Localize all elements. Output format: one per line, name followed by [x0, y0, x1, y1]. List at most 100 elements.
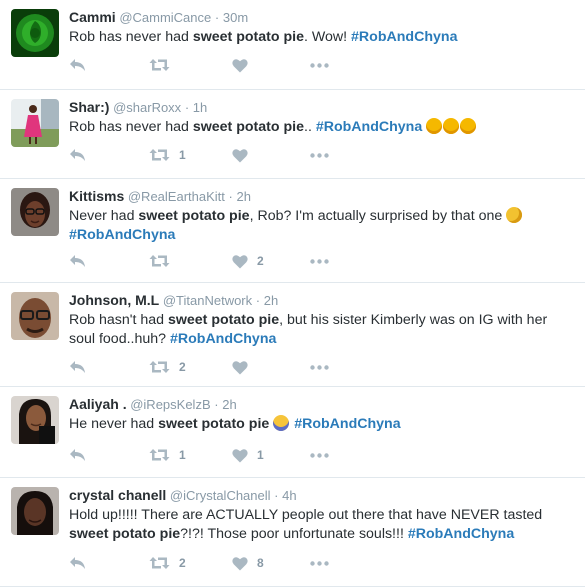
timestamp[interactable]: 2h: [264, 293, 278, 308]
reply-icon: [69, 58, 86, 72]
tweet[interactable]: Kittisms @RealEarthaKitt · 2h Never had …: [0, 179, 585, 283]
more-button[interactable]: [310, 251, 329, 271]
heart-icon: [232, 448, 248, 463]
timestamp[interactable]: 30m: [223, 10, 248, 25]
reply-button[interactable]: [69, 145, 86, 165]
more-button[interactable]: [310, 357, 329, 377]
highlighted-text: sweet potato pie: [192, 119, 304, 135]
tweet[interactable]: Aaliyah . @iRepsKelzB · 2h He never had …: [0, 387, 585, 478]
display-name[interactable]: crystal chanell: [69, 487, 166, 503]
reply-button[interactable]: [69, 445, 86, 465]
hashtag-link[interactable]: #RobAndChyna: [351, 29, 457, 45]
retweet-button[interactable]: 2: [149, 553, 186, 573]
tweet-text-run: , but his sister Kimberly was on IG with…: [279, 312, 548, 328]
user-handle[interactable]: @CammiCance: [119, 10, 211, 25]
timestamp[interactable]: 2h: [236, 189, 250, 204]
tweet[interactable]: Johnson, M.L @TitanNetwork · 2h Rob hasn…: [0, 283, 585, 387]
reply-button[interactable]: [69, 251, 86, 271]
tweet-text-run: . Wow!: [304, 29, 352, 45]
hashtag-link[interactable]: #RobAndChyna: [170, 331, 276, 347]
user-handle[interactable]: @sharRoxx: [113, 100, 181, 115]
reply-button[interactable]: [69, 55, 86, 75]
display-name[interactable]: Kittisms: [69, 188, 124, 204]
tweet[interactable]: crystal chanell @iCrystalChanell · 4h Ho…: [0, 478, 585, 587]
tweet-text-run: ..: [304, 119, 316, 135]
tweet-feed: Cammi @CammiCance · 30m Rob has never ha…: [0, 0, 585, 587]
avatar[interactable]: [11, 396, 59, 444]
more-button[interactable]: [310, 553, 329, 573]
more-dots-icon: [310, 452, 329, 458]
like-button[interactable]: [232, 357, 257, 377]
reply-button[interactable]: [69, 357, 86, 377]
display-name[interactable]: Johnson, M.L: [69, 292, 159, 308]
tweet-text-run: Rob has never had: [69, 29, 193, 45]
tweet-header: Kittisms @RealEarthaKitt · 2h: [69, 188, 251, 205]
timestamp[interactable]: 1h: [193, 100, 207, 115]
tweet-text: He never had sweet potato pie #RobAndChy…: [69, 415, 574, 434]
more-dots-icon: [310, 364, 329, 370]
separator-dot: ·: [228, 189, 233, 204]
retweet-button[interactable]: 1: [149, 445, 186, 465]
user-handle[interactable]: @TitanNetwork: [163, 293, 252, 308]
tweet-text: Never had sweet potato pie, Rob? I'm act…: [69, 207, 574, 245]
retweet-icon: [149, 148, 170, 162]
display-name[interactable]: Shar:): [69, 99, 109, 115]
reply-button[interactable]: [69, 553, 86, 573]
reply-icon: [69, 360, 86, 374]
heart-icon: [232, 148, 248, 163]
reply-icon: [69, 448, 86, 462]
retweet-button[interactable]: 2: [149, 357, 186, 377]
hashtag-link[interactable]: #RobAndChyna: [69, 227, 175, 243]
retweet-button[interactable]: [149, 251, 179, 271]
highlighted-text: sweet potato pie: [138, 208, 250, 224]
tweet-header: crystal chanell @iCrystalChanell · 4h: [69, 487, 297, 504]
more-dots-icon: [310, 152, 329, 158]
retweet-button[interactable]: 1: [149, 145, 186, 165]
hashtag-link[interactable]: #RobAndChyna: [316, 119, 422, 135]
reply-icon: [69, 254, 86, 268]
like-count: 8: [257, 556, 264, 570]
user-handle[interactable]: @iRepsKelzB: [130, 397, 210, 412]
retweet-icon: [149, 360, 170, 374]
avatar[interactable]: [11, 188, 59, 236]
avatar[interactable]: [11, 487, 59, 535]
like-count: 1: [257, 448, 264, 462]
like-button[interactable]: 2: [232, 251, 264, 271]
tweet-text: Rob hasn't had sweet potato pie, but his…: [69, 311, 574, 349]
hashtag-link[interactable]: #RobAndChyna: [294, 416, 400, 432]
like-button[interactable]: 8: [232, 553, 264, 573]
avatar[interactable]: [11, 99, 59, 147]
timestamp[interactable]: 2h: [222, 397, 236, 412]
separator-dot: ·: [274, 488, 279, 503]
user-handle[interactable]: @iCrystalChanell: [170, 488, 271, 503]
tweet-text: Rob has never had sweet potato pie.. #Ro…: [69, 118, 574, 137]
more-button[interactable]: [310, 55, 329, 75]
avatar[interactable]: [11, 292, 59, 340]
user-handle[interactable]: @RealEarthaKitt: [128, 189, 225, 204]
display-name[interactable]: Cammi: [69, 9, 116, 25]
tweet-text-run: soul food..huh?: [69, 331, 170, 347]
heart-icon: [232, 360, 248, 375]
hashtag-link[interactable]: #RobAndChyna: [408, 526, 514, 542]
screaming-face-emoji: [273, 415, 290, 431]
retweet-icon: [149, 448, 170, 462]
separator-dot: ·: [214, 10, 220, 25]
more-button[interactable]: [310, 445, 329, 465]
tweet-text-run: Rob has never had: [69, 119, 193, 135]
retweet-button[interactable]: [149, 55, 179, 75]
tweet[interactable]: Shar:) @sharRoxx · 1h Rob has never had …: [0, 90, 585, 179]
heart-icon: [232, 254, 248, 269]
like-button[interactable]: [232, 55, 257, 75]
retweet-count: 1: [179, 148, 186, 162]
avatar[interactable]: [11, 9, 59, 57]
more-button[interactable]: [310, 145, 329, 165]
sleepy-face-emoji: [426, 118, 443, 134]
like-button[interactable]: [232, 145, 257, 165]
highlighted-text: sweet potato pie: [158, 416, 270, 432]
heart-icon: [232, 58, 248, 73]
tweet[interactable]: Cammi @CammiCance · 30m Rob has never ha…: [0, 0, 585, 90]
tweet-text-run: ?!?! Those poor unfortunate souls!!!: [180, 526, 408, 542]
display-name[interactable]: Aaliyah .: [69, 396, 127, 412]
like-button[interactable]: 1: [232, 445, 264, 465]
timestamp[interactable]: 4h: [282, 488, 296, 503]
